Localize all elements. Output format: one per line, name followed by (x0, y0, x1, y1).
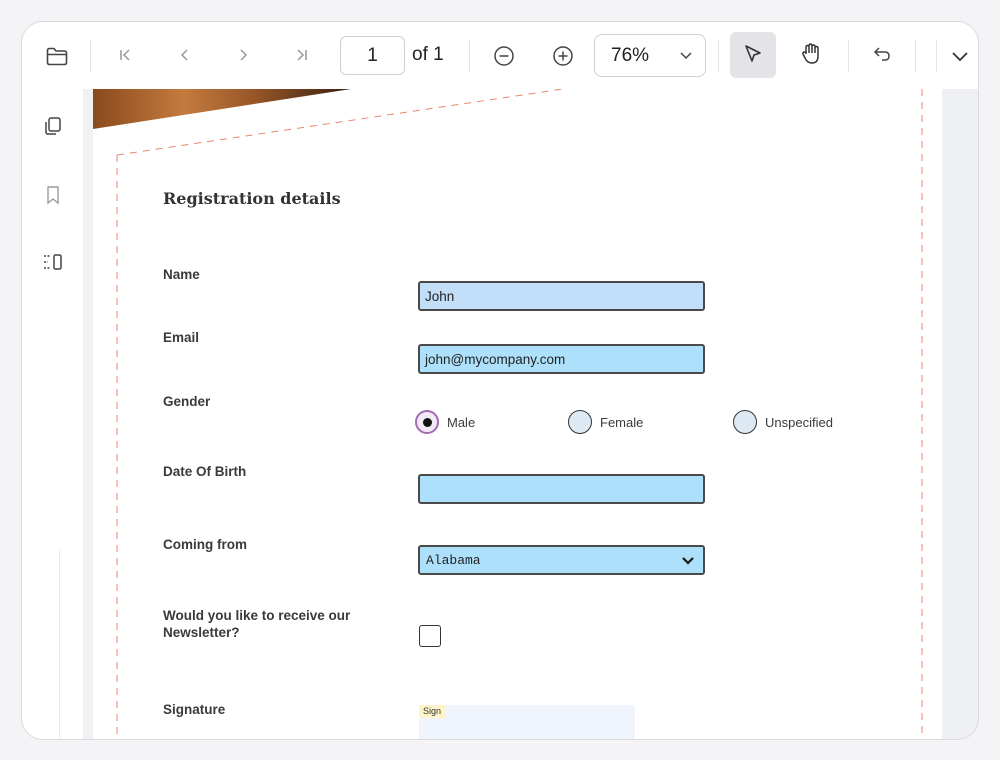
signature-field[interactable]: Sign (419, 705, 635, 739)
coming-from-value: Alabama (426, 552, 481, 568)
pan-hand-icon[interactable] (798, 41, 824, 67)
radio-label: Unspecified (765, 414, 833, 430)
form-heading: Registration details (163, 189, 341, 208)
pdf-viewer: 1 of 1 76% Registration details Name Joh… (21, 21, 979, 740)
coming-from-label: Coming from (163, 537, 247, 552)
last-page-icon[interactable] (292, 44, 312, 66)
signature-tag: Sign (419, 705, 446, 718)
name-field[interactable]: John (418, 281, 705, 311)
chevron-down-icon (680, 52, 692, 60)
coming-from-select[interactable]: Alabama (418, 545, 705, 575)
form-fields-icon[interactable] (41, 251, 65, 273)
gender-radio-male[interactable]: Male (415, 410, 475, 434)
name-label: Name (163, 267, 200, 282)
more-chevron-icon[interactable] (948, 44, 972, 68)
page-count-label: of 1 (412, 44, 444, 65)
pdf-page: Registration details Name John Email joh… (93, 89, 942, 739)
gender-label: Gender (163, 394, 211, 409)
thumbnails-icon[interactable] (42, 115, 64, 137)
folder-icon[interactable] (44, 44, 70, 68)
radio-label: Male (447, 414, 476, 430)
scroll-track[interactable] (942, 89, 978, 739)
toolbar: 1 of 1 76% (22, 22, 978, 89)
zoom-select[interactable]: 76% (594, 34, 706, 77)
undo-icon[interactable] (870, 42, 894, 66)
bookmark-icon[interactable] (42, 184, 64, 206)
newsletter-checkbox[interactable] (419, 625, 441, 647)
select-cursor-icon (745, 45, 761, 62)
select-tool-button[interactable] (730, 32, 776, 78)
radio-button[interactable] (568, 410, 592, 434)
next-page-icon[interactable] (233, 44, 253, 66)
dob-field[interactable] (418, 474, 705, 504)
page-number-input[interactable]: 1 (340, 36, 405, 75)
prev-page-icon[interactable] (175, 44, 195, 66)
zoom-in-icon[interactable] (551, 44, 575, 68)
zoom-value: 76% (611, 44, 650, 66)
gender-radio-unspecified[interactable]: Unspecified (733, 410, 833, 434)
radio-button[interactable] (733, 410, 757, 434)
sidebar (22, 89, 83, 739)
radio-label: Female (600, 414, 644, 430)
dob-label: Date Of Birth (163, 464, 247, 479)
first-page-icon[interactable] (115, 44, 135, 66)
email-field[interactable]: john@mycompany.com (418, 344, 705, 374)
newsletter-label: Would you like to receive our Newsletter… (163, 608, 351, 640)
email-label: Email (163, 330, 200, 345)
chevron-down-icon (682, 557, 694, 565)
gender-radio-female[interactable]: Female (568, 410, 643, 434)
signature-label: Signature (163, 702, 226, 717)
zoom-out-icon[interactable] (492, 44, 516, 68)
radio-button[interactable] (415, 410, 439, 434)
